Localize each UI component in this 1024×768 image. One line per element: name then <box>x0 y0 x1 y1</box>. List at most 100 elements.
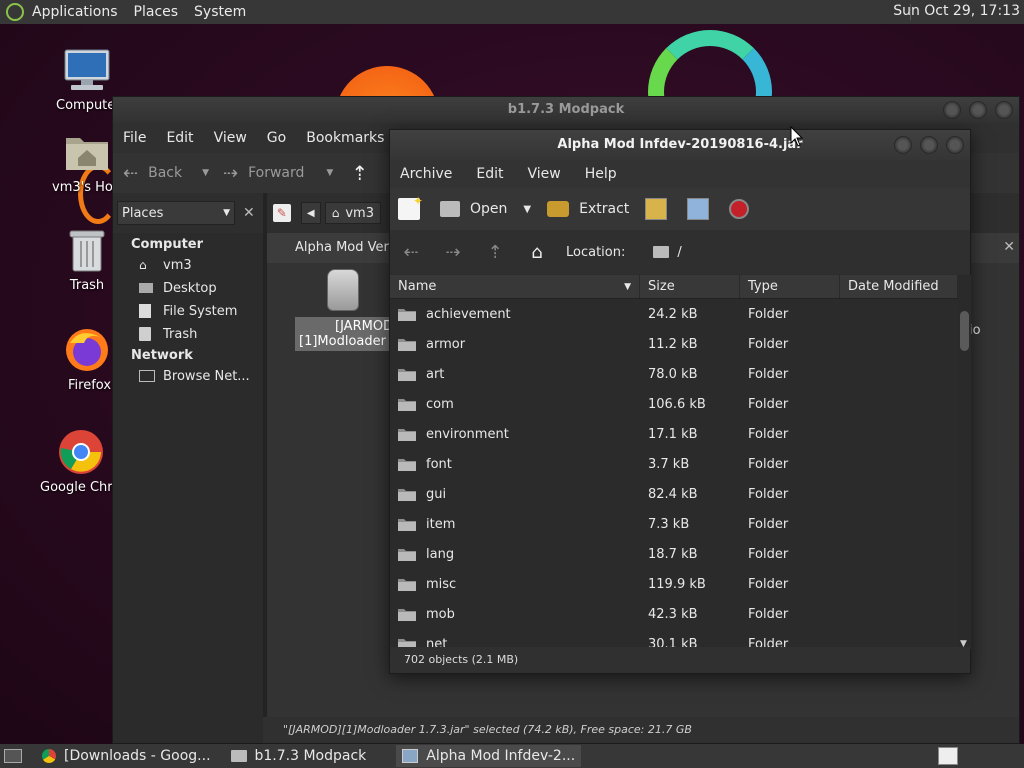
menu-archive[interactable]: Archive <box>390 166 462 182</box>
folder-icon <box>398 307 416 321</box>
table-row[interactable]: achievement 24.2 kB Folder <box>390 299 958 329</box>
column-header-size[interactable]: Size <box>640 275 740 298</box>
close-button[interactable] <box>946 136 964 154</box>
clock[interactable]: Sun Oct 29, 17:13 <box>893 3 1020 19</box>
file-manager-titlebar[interactable]: b1.7.3 Modpack <box>113 97 1019 123</box>
menu-file[interactable]: File <box>113 130 156 146</box>
location-input[interactable]: / <box>653 245 933 260</box>
menu-view[interactable]: View <box>514 166 571 182</box>
system-menu[interactable]: System <box>186 4 254 20</box>
extract-button[interactable]: Extract <box>547 201 629 217</box>
file-type: Folder <box>748 576 789 592</box>
selected-file-item[interactable]: [JARMOD [1]Modloader 1 <box>295 269 391 351</box>
archive-manager-menubar: Archive Edit View Help <box>390 160 970 188</box>
sidebar-item-file-system[interactable]: File System <box>139 301 263 321</box>
home-folder-icon <box>63 128 111 176</box>
up-arrow-icon[interactable]: ⇡ <box>484 241 506 263</box>
maximize-button[interactable] <box>969 101 987 119</box>
folder-icon <box>398 397 416 411</box>
task-modpack-folder[interactable]: b1.7.3 Modpack <box>225 745 373 767</box>
status-bar: "[JARMOD][1]Modloader 1.7.3.jar" selecte… <box>263 717 1019 743</box>
file-name: armor <box>426 336 466 352</box>
column-header-date[interactable]: Date Modified <box>840 275 958 298</box>
places-menu[interactable]: Places <box>126 4 187 20</box>
table-row[interactable]: font 3.7 kB Folder <box>390 449 958 479</box>
table-row[interactable]: item 7.3 kB Folder <box>390 509 958 539</box>
forward-arrow-icon[interactable]: ⇢ <box>442 241 464 263</box>
new-star-icon: ✦ <box>412 194 423 208</box>
sidebar-item-desktop[interactable]: Desktop <box>139 278 263 298</box>
table-row[interactable]: environment 17.1 kB Folder <box>390 419 958 449</box>
sidebar-item-label: vm3 <box>163 257 192 273</box>
back-button[interactable]: ⇠ Back ▼ <box>123 163 209 184</box>
column-header-name[interactable]: Name ▼ <box>390 275 640 298</box>
path-left-arrow-icon[interactable]: ◀ <box>300 202 321 224</box>
folder-icon <box>398 577 416 591</box>
sidebar-item-browse-network[interactable]: Browse Net... <box>139 366 263 386</box>
menu-go[interactable]: Go <box>257 130 296 146</box>
folder-icon <box>398 367 416 381</box>
applications-menu[interactable]: Applications <box>24 4 126 20</box>
maximize-button[interactable] <box>920 136 938 154</box>
workspace-switcher[interactable] <box>938 747 958 765</box>
back-label: Back <box>148 165 183 181</box>
home-icon[interactable]: ⌂ <box>526 241 548 263</box>
forward-button[interactable]: ⇢ Forward ▼ <box>223 163 333 184</box>
minimize-button[interactable] <box>943 101 961 119</box>
file-size: 18.7 kB <box>648 546 698 562</box>
back-arrow-icon[interactable]: ⇠ <box>400 241 422 263</box>
archive-manager-titlebar[interactable]: Alpha Mod Infdev-20190816-4.jar <box>390 130 970 160</box>
close-pane-icon[interactable]: ✕ <box>243 205 255 221</box>
sidebar-item-vm3[interactable]: ⌂ vm3 <box>139 255 263 275</box>
sidebar-item-label: Desktop <box>163 280 217 296</box>
table-row[interactable]: armor 11.2 kB Folder <box>390 329 958 359</box>
show-desktop-icon[interactable] <box>4 749 22 763</box>
file-name: misc <box>426 576 457 592</box>
table-row[interactable]: net 30.1 kB Folder <box>390 629 958 649</box>
table-row[interactable]: misc 119.9 kB Folder <box>390 569 958 599</box>
sidebar-item-trash[interactable]: Trash <box>139 324 263 344</box>
open-dropdown-icon[interactable]: ▼ <box>523 204 531 215</box>
add-files-icon[interactable] <box>645 198 668 220</box>
tab-alpha-mod[interactable]: Alpha Mod Vers <box>267 233 391 263</box>
menu-help[interactable]: Help <box>571 166 627 182</box>
mate-logo-icon[interactable] <box>6 3 24 21</box>
menu-edit[interactable]: Edit <box>462 166 513 182</box>
folder-icon <box>398 427 416 441</box>
file-list-header: Name ▼ Size Type Date Modified <box>390 275 958 299</box>
table-row[interactable]: mob 42.3 kB Folder <box>390 599 958 629</box>
computer-icon <box>63 46 111 94</box>
places-selector[interactable]: Places ▼ <box>117 201 235 225</box>
task-archive-manager[interactable]: Alpha Mod Infdev-2... <box>396 745 582 767</box>
up-arrow-icon[interactable]: ⇡ <box>351 161 368 185</box>
scrollbar-thumb[interactable] <box>960 311 969 351</box>
folder-icon <box>398 457 416 471</box>
open-button[interactable]: Open <box>440 201 507 217</box>
file-type: Folder <box>748 486 789 502</box>
path-button-home[interactable]: ⌂ vm3 <box>324 202 381 224</box>
table-row[interactable]: art 78.0 kB Folder <box>390 359 958 389</box>
task-downloads-chrome[interactable]: [Downloads - Goog... <box>36 745 217 767</box>
close-tab-icon[interactable]: ✕ <box>1003 239 1015 255</box>
file-name: environment <box>426 426 509 442</box>
table-row[interactable]: lang 18.7 kB Folder <box>390 539 958 569</box>
menu-bookmarks[interactable]: Bookmarks <box>296 130 394 146</box>
edit-path-icon[interactable]: ✎ <box>272 204 291 222</box>
task-label: b1.7.3 Modpack <box>254 748 367 764</box>
file-list-scrollbar[interactable]: ▼ <box>958 275 971 649</box>
table-row[interactable]: gui 82.4 kB Folder <box>390 479 958 509</box>
add-folder-icon[interactable] <box>687 198 710 220</box>
menu-edit[interactable]: Edit <box>156 130 203 146</box>
close-button[interactable] <box>995 101 1013 119</box>
table-row[interactable]: com 106.6 kB Folder <box>390 389 958 419</box>
column-header-type[interactable]: Type <box>740 275 840 298</box>
tab-label: Alpha Mod Vers <box>295 240 391 255</box>
file-size: 24.2 kB <box>648 306 698 322</box>
file-size: 17.1 kB <box>648 426 698 442</box>
file-type: Folder <box>748 336 789 352</box>
stop-icon[interactable] <box>729 199 750 219</box>
new-archive-icon[interactable]: ✦ <box>398 194 423 220</box>
minimize-button[interactable] <box>894 136 912 154</box>
forward-label: Forward <box>248 165 305 181</box>
menu-view[interactable]: View <box>204 130 257 146</box>
